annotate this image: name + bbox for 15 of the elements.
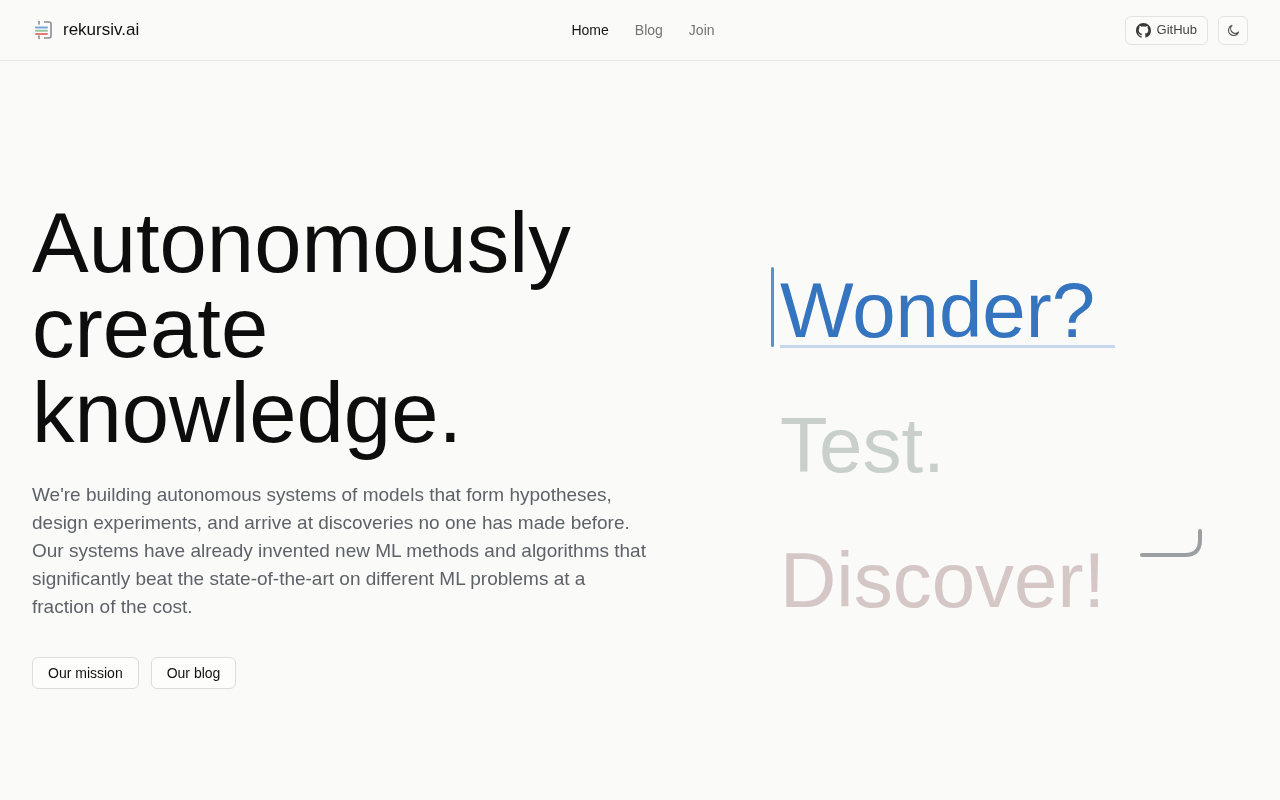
github-button[interactable]: GitHub <box>1124 15 1208 45</box>
nav-link[interactable]: Join <box>688 19 715 41</box>
rotating-word: Wonder? <box>780 275 1116 348</box>
nav-link[interactable]: Blog <box>634 19 663 41</box>
curved-stroke-icon <box>1140 528 1204 559</box>
moon-icon <box>1226 23 1240 37</box>
link-button[interactable]: Our mission <box>32 657 139 689</box>
hero-heading: Autonomously create knowledge. <box>32 200 572 462</box>
brand-name[interactable]: rekursiv.ai <box>63 17 140 43</box>
nav-link[interactable]: Home <box>571 19 609 41</box>
github-icon <box>1135 22 1151 38</box>
logo-icon <box>35 20 53 40</box>
theme-toggle-button[interactable] <box>1218 15 1248 45</box>
link-button[interactable]: Our blog <box>150 657 237 689</box>
hero-description: We're building autonomous systems of models that form hypotheses, design experiments, and arrive at discoveries no one has made before. Our systems have already invented new ML methods and algorithms that significantly beat the state-of-the-art on different ML problems at a fraction of the cost. <box>32 483 647 619</box>
